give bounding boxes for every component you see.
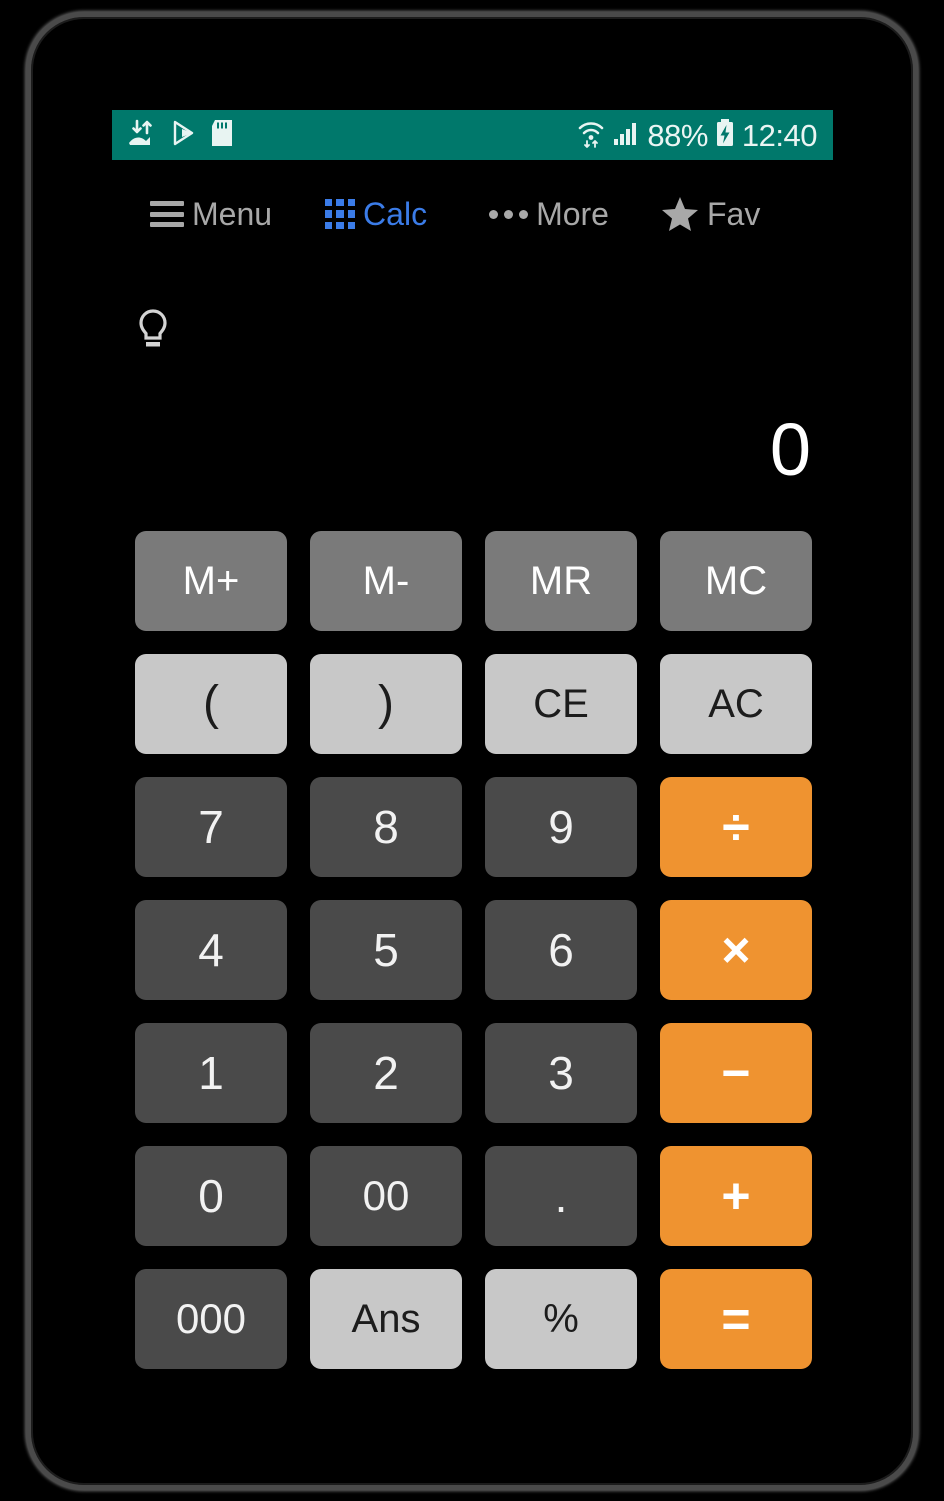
nav-item-calc[interactable]: Calc (325, 198, 427, 230)
key-memory-recall-label: MR (529, 559, 593, 603)
key-2[interactable]: 2 (310, 1023, 462, 1123)
hint-row (112, 295, 833, 365)
lightbulb-icon[interactable] (136, 308, 170, 352)
signal-bars-icon (612, 119, 640, 152)
key-6-label: 6 (548, 924, 574, 976)
status-bar: 88% 12:40 (112, 110, 833, 160)
key-subtract-label: − (721, 1045, 751, 1101)
nav-item-menu-label: Menu (192, 196, 273, 232)
key-3-label: 3 (548, 1047, 574, 1099)
key-9[interactable]: 9 (485, 777, 637, 877)
key-memory-recall[interactable]: MR (485, 531, 637, 631)
phone-screen: 88% 12:40 Menu Calc More Fav 0 M+ M- MR … (0, 0, 944, 1501)
display-value: 0 (769, 408, 811, 491)
key-8[interactable]: 8 (310, 777, 462, 877)
nav-item-calc-label: Calc (363, 196, 428, 232)
key-2-label: 2 (373, 1047, 399, 1099)
grid-icon (325, 199, 356, 229)
key-all-clear-label: AC (708, 682, 764, 726)
key-equals-label: = (721, 1291, 751, 1347)
key-00[interactable]: 00 (310, 1146, 462, 1246)
key-000-label: 000 (175, 1295, 247, 1342)
nav-item-more-label: More (536, 196, 609, 232)
key-6[interactable]: 6 (485, 900, 637, 1000)
calculator-keypad: M+ M- MR MC() CE AC 7 8 9 ÷ 4 5 6 × 1 2 3−0 00. +000 Ans% = (135, 531, 813, 1369)
key-multiply[interactable]: × (660, 900, 812, 1000)
wifi-icon (577, 118, 605, 153)
key-4-label: 4 (198, 924, 224, 976)
key-0-label: 0 (198, 1170, 224, 1222)
key-all-clear[interactable]: AC (660, 654, 812, 754)
key-answer[interactable]: Ans (310, 1269, 462, 1369)
nav-item-more[interactable]: More (489, 198, 609, 230)
key-percent-label: % (543, 1297, 579, 1341)
key-4[interactable]: 4 (135, 900, 287, 1000)
key-9-label: 9 (548, 801, 574, 853)
key-memory-subtract-label: M- (362, 559, 410, 603)
key-add-label: + (721, 1168, 751, 1224)
star-icon (661, 196, 699, 232)
key-paren-open-label: ( (203, 677, 219, 730)
key-5[interactable]: 5 (310, 900, 462, 1000)
hamburger-icon (150, 201, 184, 227)
key-multiply-label: × (721, 922, 751, 978)
play-store-icon (170, 119, 198, 152)
data-transfer-icon (128, 119, 158, 152)
nav-item-fav[interactable]: Fav (661, 196, 760, 232)
nav-item-fav-label: Fav (706, 196, 761, 232)
key-decimal-point[interactable]: . (485, 1146, 637, 1246)
key-percent[interactable]: % (485, 1269, 637, 1369)
battery-charging-icon (715, 118, 735, 153)
status-bar-left-icons (128, 119, 234, 152)
key-paren-close-label: ) (378, 677, 394, 730)
key-memory-clear[interactable]: MC (660, 531, 812, 631)
key-clear-entry[interactable]: CE (485, 654, 637, 754)
top-nav-bar: Menu Calc More Fav (112, 178, 833, 250)
calculator-display[interactable]: 0 (112, 400, 833, 500)
key-clear-entry-label: CE (533, 682, 589, 726)
key-paren-open[interactable]: ( (135, 654, 287, 754)
nav-item-menu[interactable]: Menu (150, 198, 272, 230)
key-equals[interactable]: = (660, 1269, 812, 1369)
key-divide-label: ÷ (722, 799, 750, 855)
key-answer-label: Ans (351, 1297, 421, 1341)
key-memory-add-label: M+ (182, 559, 240, 603)
key-3[interactable]: 3 (485, 1023, 637, 1123)
clock-label: 12:40 (741, 117, 818, 153)
key-1-label: 1 (198, 1047, 224, 1099)
dots-icon (489, 209, 529, 219)
key-subtract[interactable]: − (660, 1023, 812, 1123)
key-000[interactable]: 000 (135, 1269, 287, 1369)
key-8-label: 8 (373, 801, 399, 853)
key-decimal-point-label: . (554, 1170, 568, 1222)
sd-card-icon (210, 119, 234, 152)
key-7-label: 7 (198, 801, 224, 853)
key-5-label: 5 (373, 924, 399, 976)
key-7[interactable]: 7 (135, 777, 287, 877)
key-memory-add[interactable]: M+ (135, 531, 287, 631)
battery-percent-label: 88% (647, 117, 708, 153)
key-1[interactable]: 1 (135, 1023, 287, 1123)
status-bar-right-icons: 88% 12:40 (577, 117, 818, 153)
key-memory-clear-label: MC (704, 559, 768, 603)
key-memory-subtract[interactable]: M- (310, 531, 462, 631)
key-0[interactable]: 0 (135, 1146, 287, 1246)
key-paren-close[interactable]: ) (310, 654, 462, 754)
key-00-label: 00 (362, 1172, 410, 1219)
key-add[interactable]: + (660, 1146, 812, 1246)
key-divide[interactable]: ÷ (660, 777, 812, 877)
